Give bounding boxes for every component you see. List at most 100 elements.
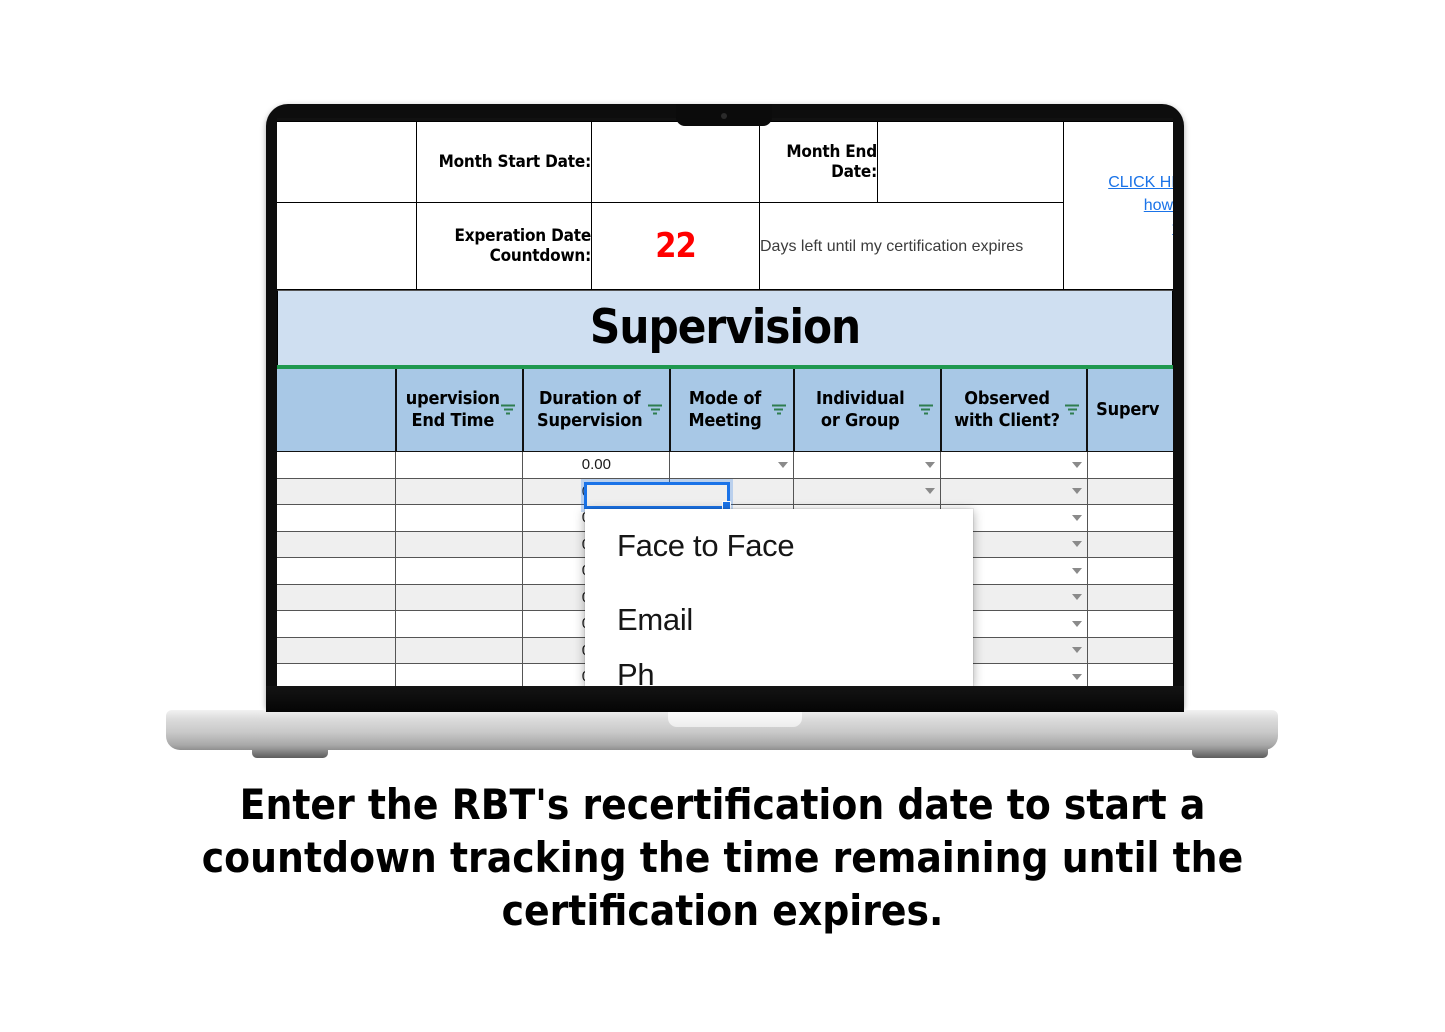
chevron-down-icon[interactable] — [1071, 620, 1082, 627]
cell-supervisor[interactable] — [1087, 611, 1173, 638]
cell-end-time[interactable] — [396, 478, 524, 505]
cell-blank[interactable] — [277, 611, 397, 638]
link-line-3: tr — [1172, 220, 1173, 237]
cell-end-time[interactable] — [396, 611, 524, 638]
cell-blank[interactable] — [277, 531, 397, 558]
chevron-down-icon[interactable] — [1071, 647, 1082, 654]
cell-supervisor[interactable] — [1087, 531, 1173, 558]
link-line-2: how t — [1143, 197, 1173, 214]
column-header-label: Individual or Group — [810, 388, 924, 432]
cell-supervisor[interactable] — [1087, 584, 1173, 611]
cell-empty-1[interactable] — [277, 121, 417, 203]
click-here-link[interactable]: CLICK HE how t tr — [1063, 121, 1173, 290]
chevron-down-icon[interactable] — [924, 488, 935, 495]
cell-blank[interactable] — [277, 584, 397, 611]
column-header-mode-of-meeting[interactable]: Mode of Meeting — [670, 369, 794, 452]
cell-empty-2[interactable] — [277, 202, 417, 290]
column-header-label: Observed with Client? — [948, 388, 1080, 432]
cell-individual-or-group[interactable] — [793, 478, 941, 505]
column-header-observed-with-client[interactable]: Observed with Client? — [940, 369, 1088, 452]
link-line-1: CLICK HE — [1108, 174, 1173, 191]
chevron-down-icon[interactable] — [1071, 567, 1082, 574]
cell-observed-with-client[interactable] — [940, 478, 1088, 505]
supervision-banner: Supervision — [277, 290, 1173, 365]
chevron-down-icon[interactable] — [777, 461, 788, 468]
cell-supervisor[interactable] — [1087, 452, 1173, 479]
hdr-line2: Supervision — [537, 410, 643, 431]
caption-text: Enter the RBT's recertification date to … — [201, 780, 1244, 935]
cell-individual-or-group[interactable] — [793, 452, 941, 479]
table-column-headers: upervision End Time Duration of Supervis… — [277, 369, 1173, 452]
hdr-line1: Mode of — [688, 388, 762, 409]
column-header-supervision-end-time[interactable]: upervision End Time — [396, 369, 524, 452]
dropdown-menu-mode-of-meeting[interactable]: Face to Face Email Ph — [585, 509, 973, 687]
cell-observed-with-client[interactable] — [940, 452, 1088, 479]
chevron-down-icon[interactable] — [1071, 594, 1082, 601]
column-header-blank[interactable] — [277, 369, 397, 452]
cell-end-time[interactable] — [396, 664, 524, 687]
chevron-down-icon[interactable] — [1071, 673, 1082, 680]
selected-cell-mode-of-meeting[interactable] — [584, 482, 731, 510]
cell-blank[interactable] — [277, 558, 397, 585]
column-header-individual-or-group[interactable]: Individual or Group — [793, 369, 941, 452]
dropdown-option-email[interactable]: Email — [585, 583, 973, 657]
hdr-line1: Individual — [816, 388, 905, 409]
table-row: 0.00 — [277, 452, 1173, 479]
cell-mode-of-meeting[interactable] — [670, 452, 794, 479]
cell-blank[interactable] — [277, 452, 397, 479]
filter-icon[interactable] — [918, 404, 933, 416]
laptop-screen: Month Start Date: Month End Date: CLICK … — [277, 121, 1173, 687]
month-start-value[interactable] — [591, 121, 760, 203]
month-end-value[interactable] — [877, 121, 1064, 203]
cell-end-time[interactable] — [396, 637, 524, 664]
cell-supervisor[interactable] — [1087, 664, 1173, 687]
header-row-month-dates: Month Start Date: Month End Date: CLICK … — [277, 121, 1173, 290]
spreadsheet: Month Start Date: Month End Date: CLICK … — [277, 121, 1173, 687]
chevron-down-icon[interactable] — [1071, 541, 1082, 548]
countdown-value: 22 — [591, 202, 760, 290]
hdr-line2: or Group — [820, 410, 900, 431]
cell-end-time[interactable] — [396, 558, 524, 585]
chevron-down-icon[interactable] — [1071, 514, 1082, 521]
column-header-label: Superv — [1096, 399, 1160, 420]
chevron-down-icon[interactable] — [1071, 461, 1082, 468]
cell-blank[interactable] — [277, 505, 397, 532]
cell-supervisor[interactable] — [1087, 505, 1173, 532]
cell-end-time[interactable] — [396, 505, 524, 532]
cell-blank[interactable] — [277, 637, 397, 664]
dropdown-option-face-to-face[interactable]: Face to Face — [585, 509, 973, 583]
cell-end-time[interactable] — [396, 531, 524, 558]
cell-end-time[interactable] — [396, 584, 524, 611]
header-row-countdown: Experation Date Countdown: 22 Days left … — [277, 202, 1173, 290]
camera-icon — [721, 113, 727, 119]
cell-blank[interactable] — [277, 664, 397, 687]
cell-supervisor[interactable] — [1087, 637, 1173, 664]
cell-duration[interactable]: 0.00 — [523, 452, 671, 479]
hdr-line2: Meeting — [688, 410, 762, 431]
hdr-line1: upervision — [405, 388, 500, 409]
month-end-label: Month End Date: — [759, 121, 878, 203]
filter-icon[interactable] — [1065, 404, 1080, 416]
cell-supervisor[interactable] — [1087, 558, 1173, 585]
hdr-line2: with Client? — [954, 410, 1060, 431]
chevron-down-icon[interactable] — [1071, 488, 1082, 495]
filter-icon[interactable] — [501, 404, 516, 416]
column-header-label: Duration of Supervision — [531, 388, 663, 432]
hdr-line2: End Time — [411, 410, 495, 431]
cell-blank[interactable] — [277, 478, 397, 505]
laptop-mockup: Month Start Date: Month End Date: CLICK … — [0, 0, 1445, 780]
laptop-foot-left — [252, 748, 328, 758]
column-header-label: Mode of Meeting — [682, 388, 781, 432]
hdr-line1: Duration of — [539, 388, 641, 409]
column-header-duration-of-supervision[interactable]: Duration of Supervision — [523, 369, 671, 452]
countdown-description: Days left until my certification expires — [759, 202, 1064, 290]
filter-icon[interactable] — [648, 404, 663, 416]
column-header-supervisor[interactable]: Superv — [1087, 369, 1173, 452]
cell-supervisor[interactable] — [1087, 478, 1173, 505]
expiration-countdown-label: Experation Date Countdown: — [416, 202, 592, 290]
cell-end-time[interactable] — [396, 452, 524, 479]
filter-icon[interactable] — [771, 404, 786, 416]
chevron-down-icon[interactable] — [924, 461, 935, 468]
laptop-base-notch — [668, 710, 802, 727]
dropdown-option-phone[interactable]: Ph — [585, 657, 973, 687]
